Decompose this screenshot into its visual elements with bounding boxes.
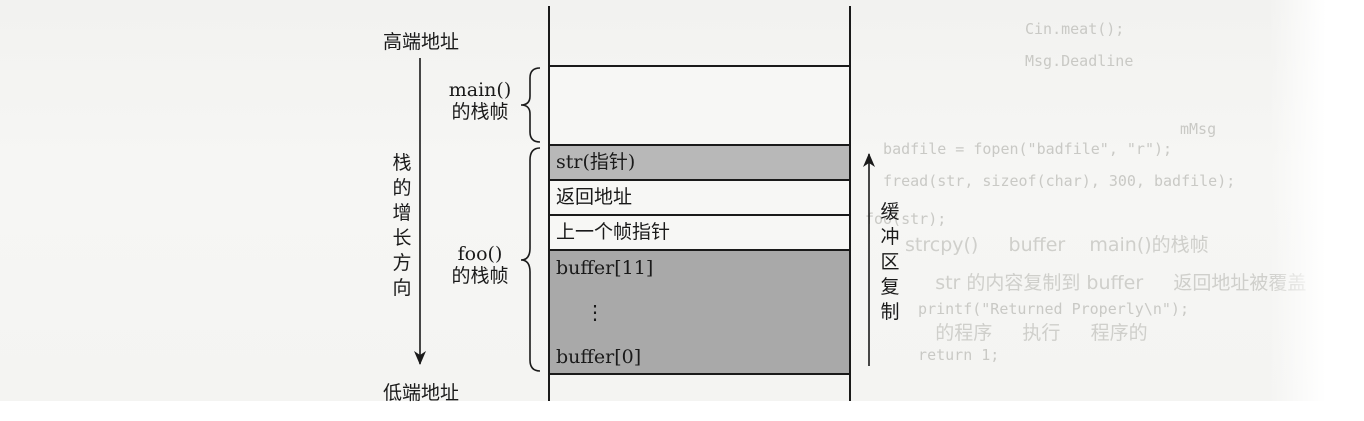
stack-growth-char: 向 (392, 277, 412, 299)
foo-frame-label-line2: 的栈帧 (451, 265, 509, 287)
buffer-copy-char: 冲 (880, 226, 900, 248)
foo-frame-brace (520, 147, 541, 372)
stack-growth-char: 增 (392, 202, 412, 224)
foo-frame-label-line1: foo() (457, 243, 503, 265)
buffer-ellipsis: ⋮ (585, 300, 605, 324)
stack-frame-diagram (414, 6, 875, 401)
buffer-copy-char: 区 (880, 251, 900, 273)
stack-growth-label: 栈 的 增 长 方 向 (390, 151, 414, 301)
cell-main-frame-fill (549, 66, 850, 145)
stack-growth-char: 长 (392, 227, 412, 249)
cell-prev-frame-pointer-label: 上一个帧指针 (556, 221, 671, 243)
buffer-bottom-label: buffer[0] (556, 346, 642, 368)
cell-str-pointer-label: str(指针) (556, 151, 636, 173)
buffer-copy-label: 缓 冲 区 复 制 (878, 200, 902, 325)
main-frame-label-line1: main() (448, 79, 512, 101)
buffer-copy-char: 缓 (880, 201, 900, 223)
low-address-label: 低端地址 (383, 382, 460, 404)
cell-return-address-label: 返回地址 (556, 186, 633, 208)
stack-growth-char: 方 (392, 252, 412, 274)
buffer-copy-char: 制 (880, 301, 900, 323)
stack-growth-char: 的 (392, 177, 412, 199)
high-address-label: 高端地址 (383, 31, 460, 53)
main-frame-brace (520, 67, 541, 143)
main-frame-label-line2: 的栈帧 (451, 101, 509, 123)
main-frame-label: main() 的栈帧 (438, 79, 522, 123)
stack-growth-char: 栈 (392, 152, 412, 174)
buffer-top-label: buffer[11] (556, 257, 654, 279)
foo-frame-label: foo() 的栈帧 (438, 243, 522, 287)
buffer-copy-char: 复 (880, 276, 900, 298)
